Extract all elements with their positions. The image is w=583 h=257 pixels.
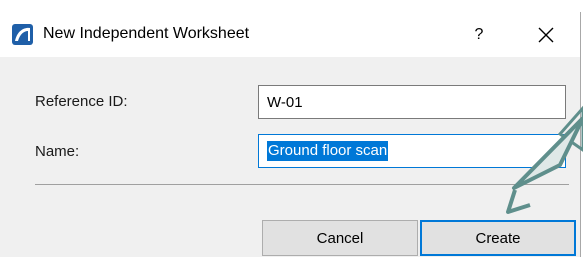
name-value-selected: Ground floor scan	[267, 141, 389, 161]
archicad-app-icon	[12, 24, 33, 45]
name-field[interactable]: Ground floor scan	[258, 134, 566, 168]
reference-id-label: Reference ID:	[35, 93, 128, 110]
separator	[35, 184, 569, 185]
name-label: Name:	[35, 143, 80, 160]
dialog-title: New Independent Worksheet	[43, 25, 250, 42]
close-icon	[538, 27, 554, 42]
reference-id-value: W-01	[267, 93, 303, 111]
background-strip	[0, 0, 583, 12]
title-bar[interactable]: New Independent Worksheet ?	[0, 12, 580, 57]
create-button[interactable]: Create	[420, 220, 576, 256]
new-independent-worksheet-dialog: New Independent Worksheet ? Reference ID…	[0, 12, 581, 257]
help-button[interactable]: ?	[455, 12, 503, 57]
close-button[interactable]	[512, 12, 580, 57]
cancel-button[interactable]: Cancel	[262, 220, 418, 256]
reference-id-field[interactable]: W-01	[258, 85, 566, 119]
